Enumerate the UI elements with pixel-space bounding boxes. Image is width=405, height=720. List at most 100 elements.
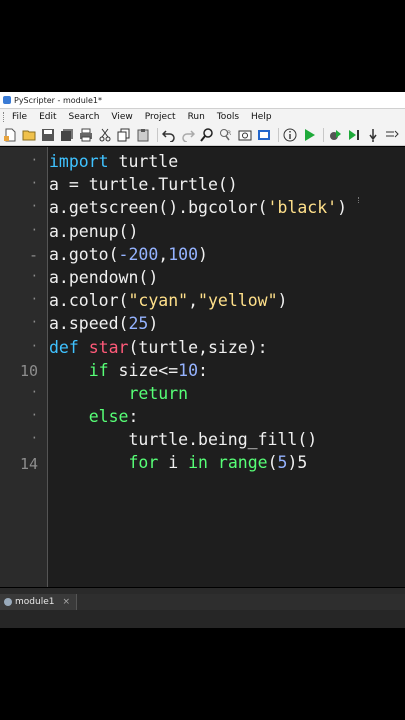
code-line[interactable]: else: xyxy=(49,405,347,428)
code-token: ) xyxy=(277,291,288,311)
title-bar: PyScripter - module1* xyxy=(0,92,405,109)
menu-project[interactable]: Project xyxy=(139,112,182,122)
step-icon[interactable] xyxy=(346,127,362,143)
code-token: import xyxy=(49,152,109,171)
more-icon[interactable] xyxy=(384,127,400,143)
code-line[interactable]: turtle.being_fill() xyxy=(49,428,347,451)
menu-search[interactable]: Search xyxy=(63,112,106,122)
toolbar-separator xyxy=(278,127,279,142)
code-token: turtle xyxy=(108,152,179,171)
code-line[interactable]: a.getscreen().bgcolor('black') xyxy=(49,196,347,219)
code-line[interactable]: a = turtle.Turtle() xyxy=(49,173,347,196)
code-token: else xyxy=(88,407,129,427)
code-token: "yellow" xyxy=(198,291,278,311)
code-token: , xyxy=(158,244,169,264)
search-icon[interactable] xyxy=(199,127,215,143)
code-line[interactable]: a.goto(-200,100) xyxy=(49,243,347,266)
bottom-panel xyxy=(0,610,405,628)
debugger-icon[interactable] xyxy=(256,127,272,143)
code-token: ( xyxy=(267,453,278,473)
menu-tools[interactable]: Tools xyxy=(211,112,245,122)
open-folder-icon[interactable] xyxy=(21,127,37,143)
tab-close-icon[interactable]: × xyxy=(62,597,70,607)
menu-edit[interactable]: Edit xyxy=(33,112,62,122)
code-token: in xyxy=(188,453,208,473)
line-number: · xyxy=(30,199,38,214)
code-line[interactable]: if size<=10: xyxy=(49,359,347,382)
code-token: return xyxy=(128,383,189,403)
menu-help[interactable]: Help xyxy=(245,112,278,122)
code-token: a.penup() xyxy=(49,221,139,241)
code-line[interactable]: a.speed(25) xyxy=(49,312,347,335)
tab-bar: module1 × xyxy=(0,594,405,610)
line-number: 14 xyxy=(19,454,38,473)
menu-file[interactable]: File xyxy=(6,112,33,122)
menu-run[interactable]: Run xyxy=(182,112,211,122)
python-file-icon xyxy=(4,598,12,606)
code-token: star xyxy=(88,337,129,357)
code-line[interactable]: for i in range(5)5 xyxy=(49,451,347,474)
code-token: if xyxy=(88,360,109,380)
code-token: ) xyxy=(148,314,159,334)
code-token: "cyan" xyxy=(128,291,189,311)
code-token: size<= xyxy=(108,360,179,380)
redo-icon[interactable] xyxy=(180,127,196,143)
menu-view[interactable]: View xyxy=(105,112,138,122)
code-token: i xyxy=(158,453,189,473)
run-icon[interactable] xyxy=(301,127,317,143)
step-into-icon[interactable] xyxy=(365,127,381,143)
code-token: , xyxy=(188,291,199,311)
save-all-icon[interactable] xyxy=(59,127,75,143)
debug-run-icon[interactable] xyxy=(327,127,343,143)
code-token: )5 xyxy=(287,453,308,473)
code-line[interactable]: a.color("cyan","yellow") xyxy=(49,289,347,312)
code-token: a = turtle.Turtle() xyxy=(49,175,238,195)
code-token: : xyxy=(198,360,208,380)
tab-label: module1 xyxy=(15,597,55,607)
code-editor[interactable]: · · · · - · · · · 10 · · · 14 import turtle a = turtle… xyxy=(0,147,405,587)
toolbar-separator xyxy=(157,127,158,142)
line-number: · xyxy=(30,338,38,353)
replace-icon[interactable]: R xyxy=(218,127,234,143)
code-line[interactable]: a.penup() xyxy=(49,220,347,243)
pyscripter-app-icon xyxy=(3,96,11,104)
code-line[interactable]: return xyxy=(49,382,347,405)
code-token: turtle.being_fill() xyxy=(49,430,318,450)
undo-icon[interactable] xyxy=(161,127,177,143)
paste-icon[interactable] xyxy=(135,127,151,143)
code-line[interactable]: a.pendown() xyxy=(49,266,347,289)
copy-icon[interactable] xyxy=(116,127,132,143)
code-token: for xyxy=(128,453,159,473)
tab-module1[interactable]: module1 × xyxy=(0,594,78,610)
toolbar: R xyxy=(0,124,405,146)
new-file-icon[interactable] xyxy=(2,127,18,143)
line-number: · xyxy=(30,269,38,283)
line-number: · xyxy=(30,385,38,399)
code-line[interactable]: import turtle xyxy=(49,150,347,173)
code-token: range xyxy=(217,453,268,473)
code-token: 25 xyxy=(128,314,149,334)
window-title: PyScripter - module1* xyxy=(14,95,103,105)
line-number: · xyxy=(30,153,38,167)
code-token: a.color( xyxy=(49,291,129,311)
print-icon[interactable] xyxy=(78,127,94,143)
code-token: (turtle,size): xyxy=(128,337,268,357)
code-token: 10 xyxy=(178,360,199,380)
menu-bar: File Edit Search View Project Run Tools … xyxy=(0,109,405,124)
code-line[interactable]: def star(turtle,size): xyxy=(49,336,347,359)
bottom-letterbox xyxy=(0,628,405,720)
cut-icon[interactable] xyxy=(97,127,113,143)
line-number: · xyxy=(30,408,38,423)
save-icon[interactable] xyxy=(40,127,56,143)
info-icon[interactable] xyxy=(282,127,298,143)
code-token: a.speed( xyxy=(49,314,129,334)
line-number: · xyxy=(30,315,38,330)
code-content[interactable]: import turtle a = turtle.Turtle() a.getscr… xyxy=(49,150,347,475)
code-token: : xyxy=(128,407,139,427)
image-icon[interactable] xyxy=(237,127,253,143)
